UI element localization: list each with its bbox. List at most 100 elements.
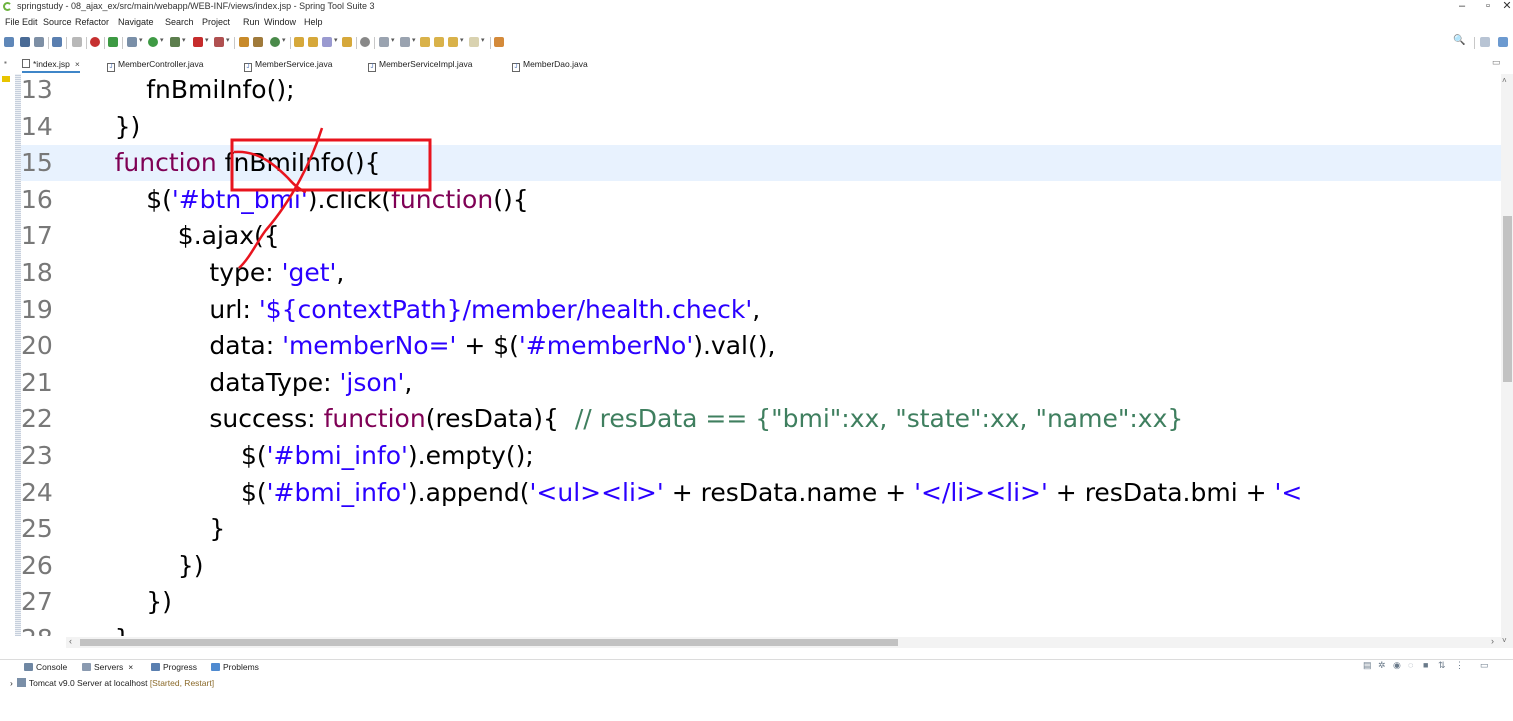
open-type-icon[interactable] (294, 37, 304, 47)
run-external-icon[interactable] (170, 37, 180, 47)
open-perspective-icon[interactable] (1480, 37, 1490, 47)
new-class-icon[interactable] (253, 37, 263, 47)
server-list-item[interactable]: › Tomcat v9.0 Server at localhost [Starte… (10, 678, 214, 688)
tab-progress[interactable]: Progress (151, 662, 197, 672)
save-icon[interactable] (20, 37, 30, 47)
menu-window[interactable]: Window (264, 17, 296, 27)
menu-source[interactable]: Source (43, 17, 72, 27)
close-tab-icon[interactable]: × (128, 662, 133, 672)
save-all-icon[interactable] (34, 37, 44, 47)
code-line[interactable]: 25} (21, 511, 1501, 547)
editor-tabs: ▪ *index.jsp × J MemberController.java J Me… (0, 57, 1513, 73)
tab-member-controller[interactable]: J MemberController.java (107, 58, 204, 72)
code-text: $('#bmi_info').empty(); (241, 438, 534, 474)
menu-file[interactable]: File (5, 17, 20, 27)
scroll-right-icon[interactable]: › (1491, 636, 1494, 646)
code-token: }) (146, 587, 172, 617)
code-line[interactable]: 23 $('#bmi_info').empty(); (21, 438, 1501, 474)
menu-edit[interactable]: Edit (22, 17, 38, 27)
minimize-panel-icon[interactable]: ▭ (1480, 660, 1489, 671)
expand-chevron-icon[interactable]: › (10, 678, 13, 688)
tab-index-jsp[interactable]: *index.jsp × (22, 58, 80, 73)
server-icon[interactable] (214, 37, 224, 47)
code-token: , (336, 258, 345, 287)
code-token: $( (146, 184, 172, 214)
tab-label: MemberDao.java (523, 59, 588, 69)
code-line[interactable]: 28} (21, 621, 1501, 636)
tab-member-service-impl[interactable]: J MemberServiceImpl.java (368, 58, 473, 72)
code-line[interactable]: 17 $.ajax({ (21, 218, 1501, 254)
code-line[interactable]: 22 success: function(resData){ // resData… (21, 401, 1501, 437)
horizontal-scrollbar[interactable]: ‹ › (66, 636, 1501, 648)
code-line[interactable]: 14}) (21, 109, 1501, 145)
menu-navigate[interactable]: Navigate (118, 17, 154, 27)
spring-boot-icon[interactable] (108, 37, 118, 47)
profile-server-icon[interactable]: ◌ (1408, 660, 1413, 670)
publish-icon[interactable]: ⇅ (1438, 660, 1446, 671)
menu-refactor[interactable]: Refactor (75, 17, 109, 27)
tab-servers[interactable]: Servers × (82, 662, 133, 672)
vertical-scrollbar[interactable]: ˄ ˅ (1501, 74, 1513, 648)
view-menu-icon[interactable]: ⋮ (1455, 660, 1464, 671)
vertical-scroll-thumb[interactable] (1503, 216, 1512, 382)
start-server-icon[interactable]: ◉ (1393, 660, 1401, 671)
scroll-left-icon[interactable]: ‹ (69, 636, 72, 646)
horizontal-scroll-thumb[interactable] (80, 639, 898, 646)
pin-editor-icon[interactable] (494, 37, 504, 47)
code-line[interactable]: 21 dataType: 'json', (21, 365, 1501, 401)
debug-icon[interactable] (127, 37, 137, 47)
code-line[interactable]: 13 fnBmiInfo(); (21, 74, 1501, 108)
skip-breakpoints-icon[interactable] (72, 37, 82, 47)
code-line[interactable]: 26}) (21, 548, 1501, 584)
open-task-icon[interactable] (342, 37, 352, 47)
close-tab-icon[interactable]: × (75, 59, 80, 69)
next-annotation-icon[interactable] (379, 37, 389, 47)
tab-member-dao[interactable]: J MemberDao.java (512, 58, 588, 72)
new-wizard-icon[interactable] (270, 37, 280, 47)
minimize-editor-icon[interactable]: ▭ (1492, 57, 1501, 68)
stop-icon[interactable] (90, 37, 100, 47)
code-line[interactable]: 20 data: 'memberNo=' + $('#memberNo').val… (21, 328, 1501, 364)
menu-run[interactable]: Run (243, 17, 260, 27)
code-editor[interactable]: 13 fnBmiInfo(); 14}) 15 function fnBmiInfo()… (21, 74, 1501, 636)
run-icon[interactable] (148, 37, 158, 47)
toggle-mark-icon[interactable] (322, 37, 332, 47)
last-edit-location-icon[interactable] (420, 37, 430, 47)
code-line[interactable]: 15 function fnBmiInfo(){ (21, 145, 1501, 182)
open-resource-icon[interactable] (308, 37, 318, 47)
code-line[interactable]: 27}) (21, 584, 1501, 620)
code-line[interactable]: 18 type: 'get', (21, 255, 1501, 291)
debug-server-icon[interactable]: ✲ (1378, 660, 1386, 671)
code-line[interactable]: 24 $('#bmi_info').append('<ul><li>' + res… (21, 475, 1501, 511)
spring-explorer-icon[interactable] (360, 37, 370, 47)
code-line[interactable]: 16 $('#btn_bmi').click(function(){ (21, 182, 1501, 218)
stop-server-panel-icon[interactable]: ■ (1423, 660, 1428, 670)
search-icon[interactable]: 🔍 (1453, 35, 1465, 46)
minimize-button[interactable]: – (1452, 0, 1472, 12)
back-history-icon[interactable] (434, 37, 444, 47)
minimize-left-icon[interactable]: ▪ (4, 58, 7, 67)
maximize-button[interactable]: ▫ (1478, 0, 1498, 12)
tab-member-service[interactable]: J MemberService.java (244, 58, 332, 72)
previous-annotation-icon[interactable] (400, 37, 410, 47)
stop-server-icon[interactable] (193, 37, 203, 47)
back-icon[interactable] (448, 37, 458, 47)
tab-console[interactable]: Console (24, 662, 67, 672)
new-icon[interactable] (4, 37, 14, 47)
collapse-all-icon[interactable]: ▤ (1363, 660, 1372, 671)
code-line[interactable]: 19 url: '${contextPath}/member/health.che… (21, 292, 1501, 328)
bookmark-marker-icon (2, 76, 10, 82)
java-ee-perspective-icon[interactable] (1498, 37, 1508, 47)
tab-label: Progress (163, 662, 198, 672)
close-button[interactable]: ✕ (1497, 0, 1513, 12)
forward-icon[interactable] (469, 37, 479, 47)
terminal-icon[interactable] (52, 37, 62, 47)
scroll-down-icon[interactable]: ˅ (1502, 636, 1507, 645)
new-package-icon[interactable] (239, 37, 249, 47)
scroll-up-icon[interactable]: ˄ (1502, 76, 1507, 85)
menu-help[interactable]: Help (304, 17, 323, 27)
tab-problems[interactable]: Problems (211, 662, 259, 672)
menu-project[interactable]: Project (202, 17, 230, 27)
left-ruler (0, 74, 15, 636)
menu-search[interactable]: Search (165, 17, 194, 27)
